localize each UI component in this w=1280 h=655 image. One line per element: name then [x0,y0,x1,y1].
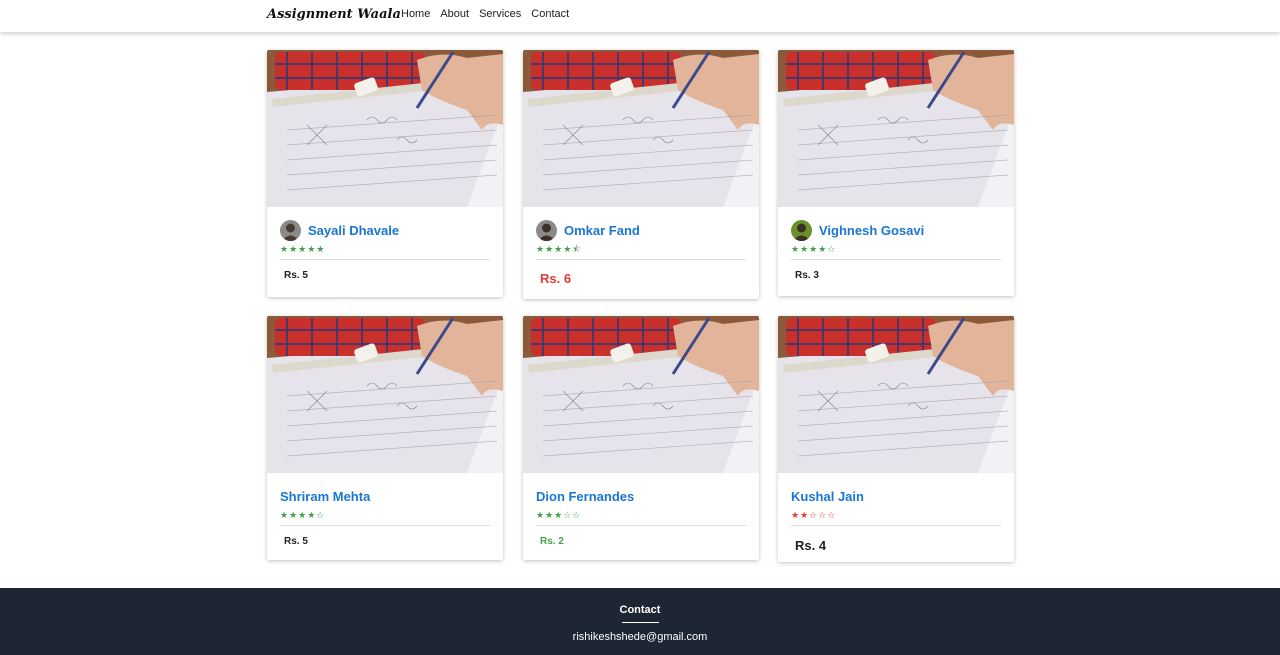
nav-links: Home About Services Contact [401,8,579,20]
author-row: Dion Fernandes [536,485,746,507]
author-card[interactable]: Vighnesh Gosavi ★★★★☆ Rs. 3 [778,50,1014,296]
nav-link-about[interactable]: About [440,8,469,20]
notebook-photo [267,50,503,207]
nav-link-services[interactable]: Services [479,8,521,20]
brand-logo[interactable]: Assignment Waala [267,7,401,22]
rating-stars: ★★★★★ [280,245,326,255]
author-card[interactable]: Kushal Jain ★★☆☆☆ Rs. 4 [778,316,1014,562]
card-divider [280,525,490,526]
price: Rs. 5 [284,270,308,281]
card-body: Shriram Mehta ★★★★☆ Rs. 5 [267,485,503,547]
notebook-photo [778,316,1014,473]
card-body: Sayali Dhavale ★★★★★ Rs. 5 [267,219,503,281]
footer: Contact rishikeshshede@gmail.com [0,588,1280,655]
author-row: Vighnesh Gosavi [791,219,1001,241]
author-name[interactable]: Shriram Mehta [280,489,370,504]
card-divider [536,259,746,260]
price: Rs. 5 [284,536,308,547]
card-body: Dion Fernandes ★★★☆☆ Rs. 2 [523,485,759,547]
card-body: Vighnesh Gosavi ★★★★☆ Rs. 3 [778,219,1014,281]
rating-stars: ★★☆☆☆ [791,511,837,521]
footer-title: Contact [619,604,661,616]
footer-divider [622,622,659,623]
card-divider [791,525,1001,526]
rating-stars: ★★★★☆ [791,245,837,255]
price: Rs. 2 [540,536,564,547]
author-name[interactable]: Kushal Jain [791,489,864,504]
rating-stars: ★★★☆☆ [536,511,582,521]
price: Rs. 6 [540,271,572,286]
card-divider [280,259,490,260]
author-name[interactable]: Dion Fernandes [536,489,634,504]
notebook-photo [267,316,503,473]
price: Rs. 4 [795,538,827,553]
author-row: Shriram Mehta [280,485,490,507]
card-body: Kushal Jain ★★☆☆☆ Rs. 4 [778,485,1014,553]
author-name[interactable]: Sayali Dhavale [308,223,399,238]
author-row: Kushal Jain [791,485,1001,507]
author-card[interactable]: Shriram Mehta ★★★★☆ Rs. 5 [267,316,503,560]
card-divider [791,259,1001,260]
female-avatar-icon [280,219,301,241]
nav-link-home[interactable]: Home [401,8,430,20]
notebook-photo [778,50,1014,207]
card-body: Omkar Fand ★★★★⯪ Rs. 6 [523,219,759,286]
notebook-photo [523,50,759,207]
author-card[interactable]: Sayali Dhavale ★★★★★ Rs. 5 [267,50,503,297]
price: Rs. 3 [795,270,819,281]
rating-stars: ★★★★☆ [280,511,326,521]
male-avatar-icon [536,219,557,241]
footer-email[interactable]: rishikeshshede@gmail.com [0,631,1280,643]
nav-link-contact[interactable]: Contact [531,8,569,20]
male-avatar-green-icon [791,219,812,241]
author-row: Sayali Dhavale [280,219,490,241]
navbar: Assignment Waala Home About Services Con… [0,0,1280,32]
author-name[interactable]: Vighnesh Gosavi [819,223,924,238]
card-divider [536,525,746,526]
notebook-photo [523,316,759,473]
author-row: Omkar Fand [536,219,746,241]
author-card[interactable]: Dion Fernandes ★★★☆☆ Rs. 2 [523,316,759,560]
author-card[interactable]: Omkar Fand ★★★★⯪ Rs. 6 [523,50,759,299]
rating-stars: ★★★★⯪ [536,245,582,255]
author-name[interactable]: Omkar Fand [564,223,640,238]
